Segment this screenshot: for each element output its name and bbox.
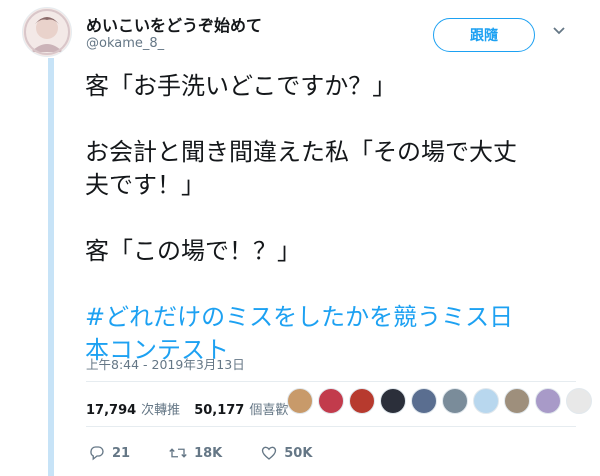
retweets-stat[interactable]: 17,794 次轉推	[86, 399, 180, 418]
tweet-line: 客「この場で！？」	[85, 237, 301, 265]
tweet-line: 夫です！」	[85, 171, 205, 199]
liker-avatar[interactable]	[473, 388, 499, 414]
chevron-down-icon[interactable]	[550, 22, 568, 40]
user-handle[interactable]: @okame_8_	[86, 36, 164, 51]
liker-avatar[interactable]	[442, 388, 468, 414]
reply-count: 21	[112, 445, 131, 461]
reply-button[interactable]: 21	[88, 444, 130, 462]
liker-avatar[interactable]	[566, 388, 592, 414]
divider	[86, 426, 576, 427]
tweet-line: お会計と聞き間違えた私「その場で大丈	[85, 138, 517, 166]
conversation-rail	[48, 58, 54, 476]
follow-button[interactable]: 跟隨	[433, 18, 535, 52]
retweets-label: 次轉推	[141, 402, 181, 418]
heart-icon	[262, 446, 277, 460]
tweet-actions: 21 18K 50K	[88, 442, 312, 464]
reply-icon	[90, 446, 104, 461]
tweet-line: 客「お手洗いどこですか？」	[85, 72, 397, 100]
retweet-count: 18K	[194, 445, 223, 461]
hashtag-link[interactable]: #どれだけのミスをしたかを競うミス日	[85, 301, 575, 334]
tweet-timestamp[interactable]: 上午8:44 - 2019年3月13日	[86, 354, 245, 373]
likes-label: 個喜歡	[249, 402, 289, 418]
divider	[86, 381, 576, 382]
liker-avatar[interactable]	[287, 388, 313, 414]
tweet-line-gap	[85, 268, 575, 301]
tweet-line-gap	[85, 103, 575, 136]
avatar-image	[23, 8, 71, 56]
retweet-button[interactable]: 18K	[168, 444, 222, 462]
retweet-icon	[169, 448, 187, 458]
tweet-stats: 17,794 次轉推 50,177 個喜歡	[86, 398, 302, 418]
liker-avatars	[287, 388, 597, 414]
like-count: 50K	[284, 445, 313, 461]
liker-avatar[interactable]	[349, 388, 375, 414]
display-name[interactable]: めいこいをどうぞ始めて	[86, 12, 262, 36]
likes-stat[interactable]: 50,177 個喜歡	[194, 399, 288, 418]
liker-avatar[interactable]	[318, 388, 344, 414]
liker-avatar[interactable]	[411, 388, 437, 414]
retweets-count: 17,794	[86, 402, 137, 418]
likes-count: 50,177	[194, 402, 245, 418]
liker-avatar[interactable]	[504, 388, 530, 414]
liker-avatar[interactable]	[380, 388, 406, 414]
tweet-text: 客「お手洗いどこですか？」 お会計と聞き間違えた私「その場で大丈 夫です！」 客…	[85, 70, 575, 367]
like-button[interactable]: 50K	[260, 444, 312, 462]
tweet-line-gap	[85, 202, 575, 235]
liker-avatar[interactable]	[535, 388, 561, 414]
avatar[interactable]	[22, 7, 72, 57]
